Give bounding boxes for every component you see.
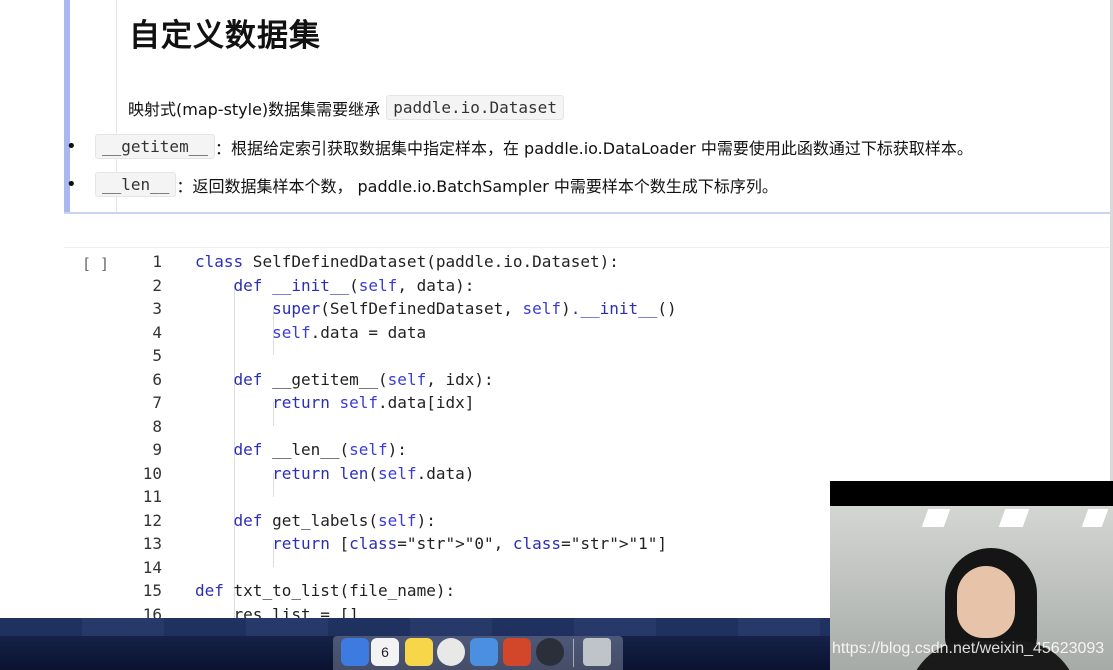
code-text: def __len__(self): — [233, 440, 407, 459]
bullet-text: ：返回数据集样本个数， paddle.io.BatchSampler 中需要样本… — [176, 176, 778, 196]
powerpoint-icon[interactable] — [503, 638, 531, 666]
ceiling-light — [1081, 509, 1109, 527]
intro-paragraph: 映射式(map-style)数据集需要继承 paddle.io.Dataset — [128, 95, 564, 120]
line-number: 4 — [152, 322, 162, 342]
desktop-background-tiles — [0, 618, 830, 636]
notebook-left-gutter — [0, 0, 64, 618]
tasks-icon[interactable] — [470, 638, 498, 666]
finder-icon[interactable] — [341, 638, 369, 666]
code-text: return self.data[idx] — [272, 393, 475, 412]
line-number: 12 — [142, 510, 162, 530]
dock-separator — [573, 639, 574, 667]
bullet-marker: • — [66, 136, 77, 157]
code-text: def get_labels(self): — [233, 510, 436, 530]
obs-icon[interactable] — [536, 638, 564, 666]
line-number: 8 — [152, 416, 162, 436]
line-number: 2 — [152, 275, 162, 295]
code-text: return len(self.data) — [272, 463, 475, 483]
line-number: 13 — [142, 534, 162, 553]
code-text: self.data = data — [272, 322, 427, 342]
watermark-url: https://blog.csdn.net/weixin_45623093 — [832, 640, 1105, 657]
code-text: class SelfDefinedDataset(paddle.io.Datas… — [195, 252, 619, 271]
calendar-day: 6 — [381, 644, 389, 660]
code-text: super(SelfDefinedDataset, self).__init__… — [272, 299, 677, 318]
person-face — [957, 566, 1015, 638]
dock: 6 — [333, 636, 623, 670]
calendar-icon[interactable]: 6 — [371, 638, 399, 666]
bullet-marker: • — [66, 174, 77, 195]
line-number: 1 — [152, 252, 162, 271]
bullet-text: ：根据给定索引获取数据集中指定样本，在 paddle.io.DataLoader… — [214, 138, 973, 158]
line-number: 11 — [142, 487, 162, 506]
line-number: 5 — [152, 346, 162, 365]
code-text: def __getitem__(self, idx): — [233, 369, 494, 389]
inline-code: paddle.io.Dataset — [386, 95, 564, 120]
ceiling-light — [921, 509, 951, 527]
intro-text: 映射式(map-style)数据集需要继承 — [128, 99, 381, 119]
bullet-item: • __getitem__ ：根据给定索引获取数据集中指定样本，在 paddle… — [66, 134, 1006, 159]
line-number: 15 — [142, 581, 162, 600]
inline-code: __getitem__ — [95, 134, 215, 159]
inline-code: __len__ — [95, 172, 177, 197]
line-number: 7 — [152, 393, 162, 412]
code-text: def __init__(self, data): — [233, 275, 475, 295]
notes-icon[interactable] — [405, 638, 433, 666]
code-text: return [class="str">"0", class="str">"1"… — [272, 534, 668, 553]
trash-icon[interactable] — [583, 638, 611, 666]
section-heading: 自定义数据集 — [129, 18, 321, 54]
line-number: 6 — [152, 369, 162, 389]
ceiling-light — [998, 509, 1030, 527]
line-number: 9 — [152, 440, 162, 459]
execution-count-prompt: [ ] — [82, 255, 110, 273]
code-text: def txt_to_list(file_name): — [195, 581, 456, 600]
bullet-item: • __len__ ：返回数据集样本个数， paddle.io.BatchSam… — [66, 172, 811, 197]
chrome-icon[interactable] — [437, 638, 465, 666]
line-number: 3 — [152, 299, 162, 318]
line-number: 14 — [142, 557, 162, 577]
markdown-cell[interactable]: 自定义数据集 映射式(map-style)数据集需要继承 paddle.io.D… — [64, 0, 1110, 214]
line-number: 10 — [142, 463, 162, 483]
